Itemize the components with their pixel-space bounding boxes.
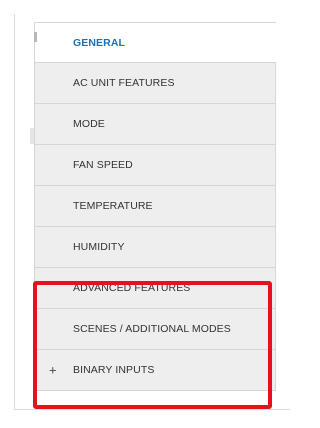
menu-item-label: FAN SPEED	[73, 159, 133, 171]
menu-item-fan-speed[interactable]: FAN SPEED	[34, 145, 276, 186]
menu-item-label: TEMPERATURE	[73, 200, 153, 212]
menu-item-mode[interactable]: MODE	[34, 104, 276, 145]
menu-item-label: GENERAL	[73, 36, 126, 49]
menu-item-label: ADVANCED FEATURES	[73, 282, 191, 294]
expand-plus-icon[interactable]: +	[49, 363, 57, 378]
menu-item-label: HUMIDITY	[73, 241, 125, 253]
settings-menu: GENERAL AC UNIT FEATURES MODE FAN SPEED …	[34, 22, 276, 391]
menu-item-label: MODE	[73, 118, 105, 130]
menu-item-general[interactable]: GENERAL	[34, 22, 276, 63]
menu-item-scenes-additional-modes[interactable]: SCENES / ADDITIONAL MODES	[34, 309, 276, 350]
menu-item-temperature[interactable]: TEMPERATURE	[34, 186, 276, 227]
menu-top-marker	[34, 32, 37, 42]
menu-item-binary-inputs[interactable]: + BINARY INPUTS	[34, 350, 276, 391]
settings-panel: GENERAL AC UNIT FEATURES MODE FAN SPEED …	[0, 0, 290, 428]
menu-item-advanced-features[interactable]: ADVANCED FEATURES	[34, 268, 276, 309]
menu-item-ac-unit-features[interactable]: AC UNIT FEATURES	[34, 63, 276, 104]
menu-item-humidity[interactable]: HUMIDITY	[34, 227, 276, 268]
menu-item-label: AC UNIT FEATURES	[73, 77, 175, 89]
menu-item-label: SCENES / ADDITIONAL MODES	[73, 323, 231, 335]
menu-item-label: BINARY INPUTS	[73, 364, 155, 376]
